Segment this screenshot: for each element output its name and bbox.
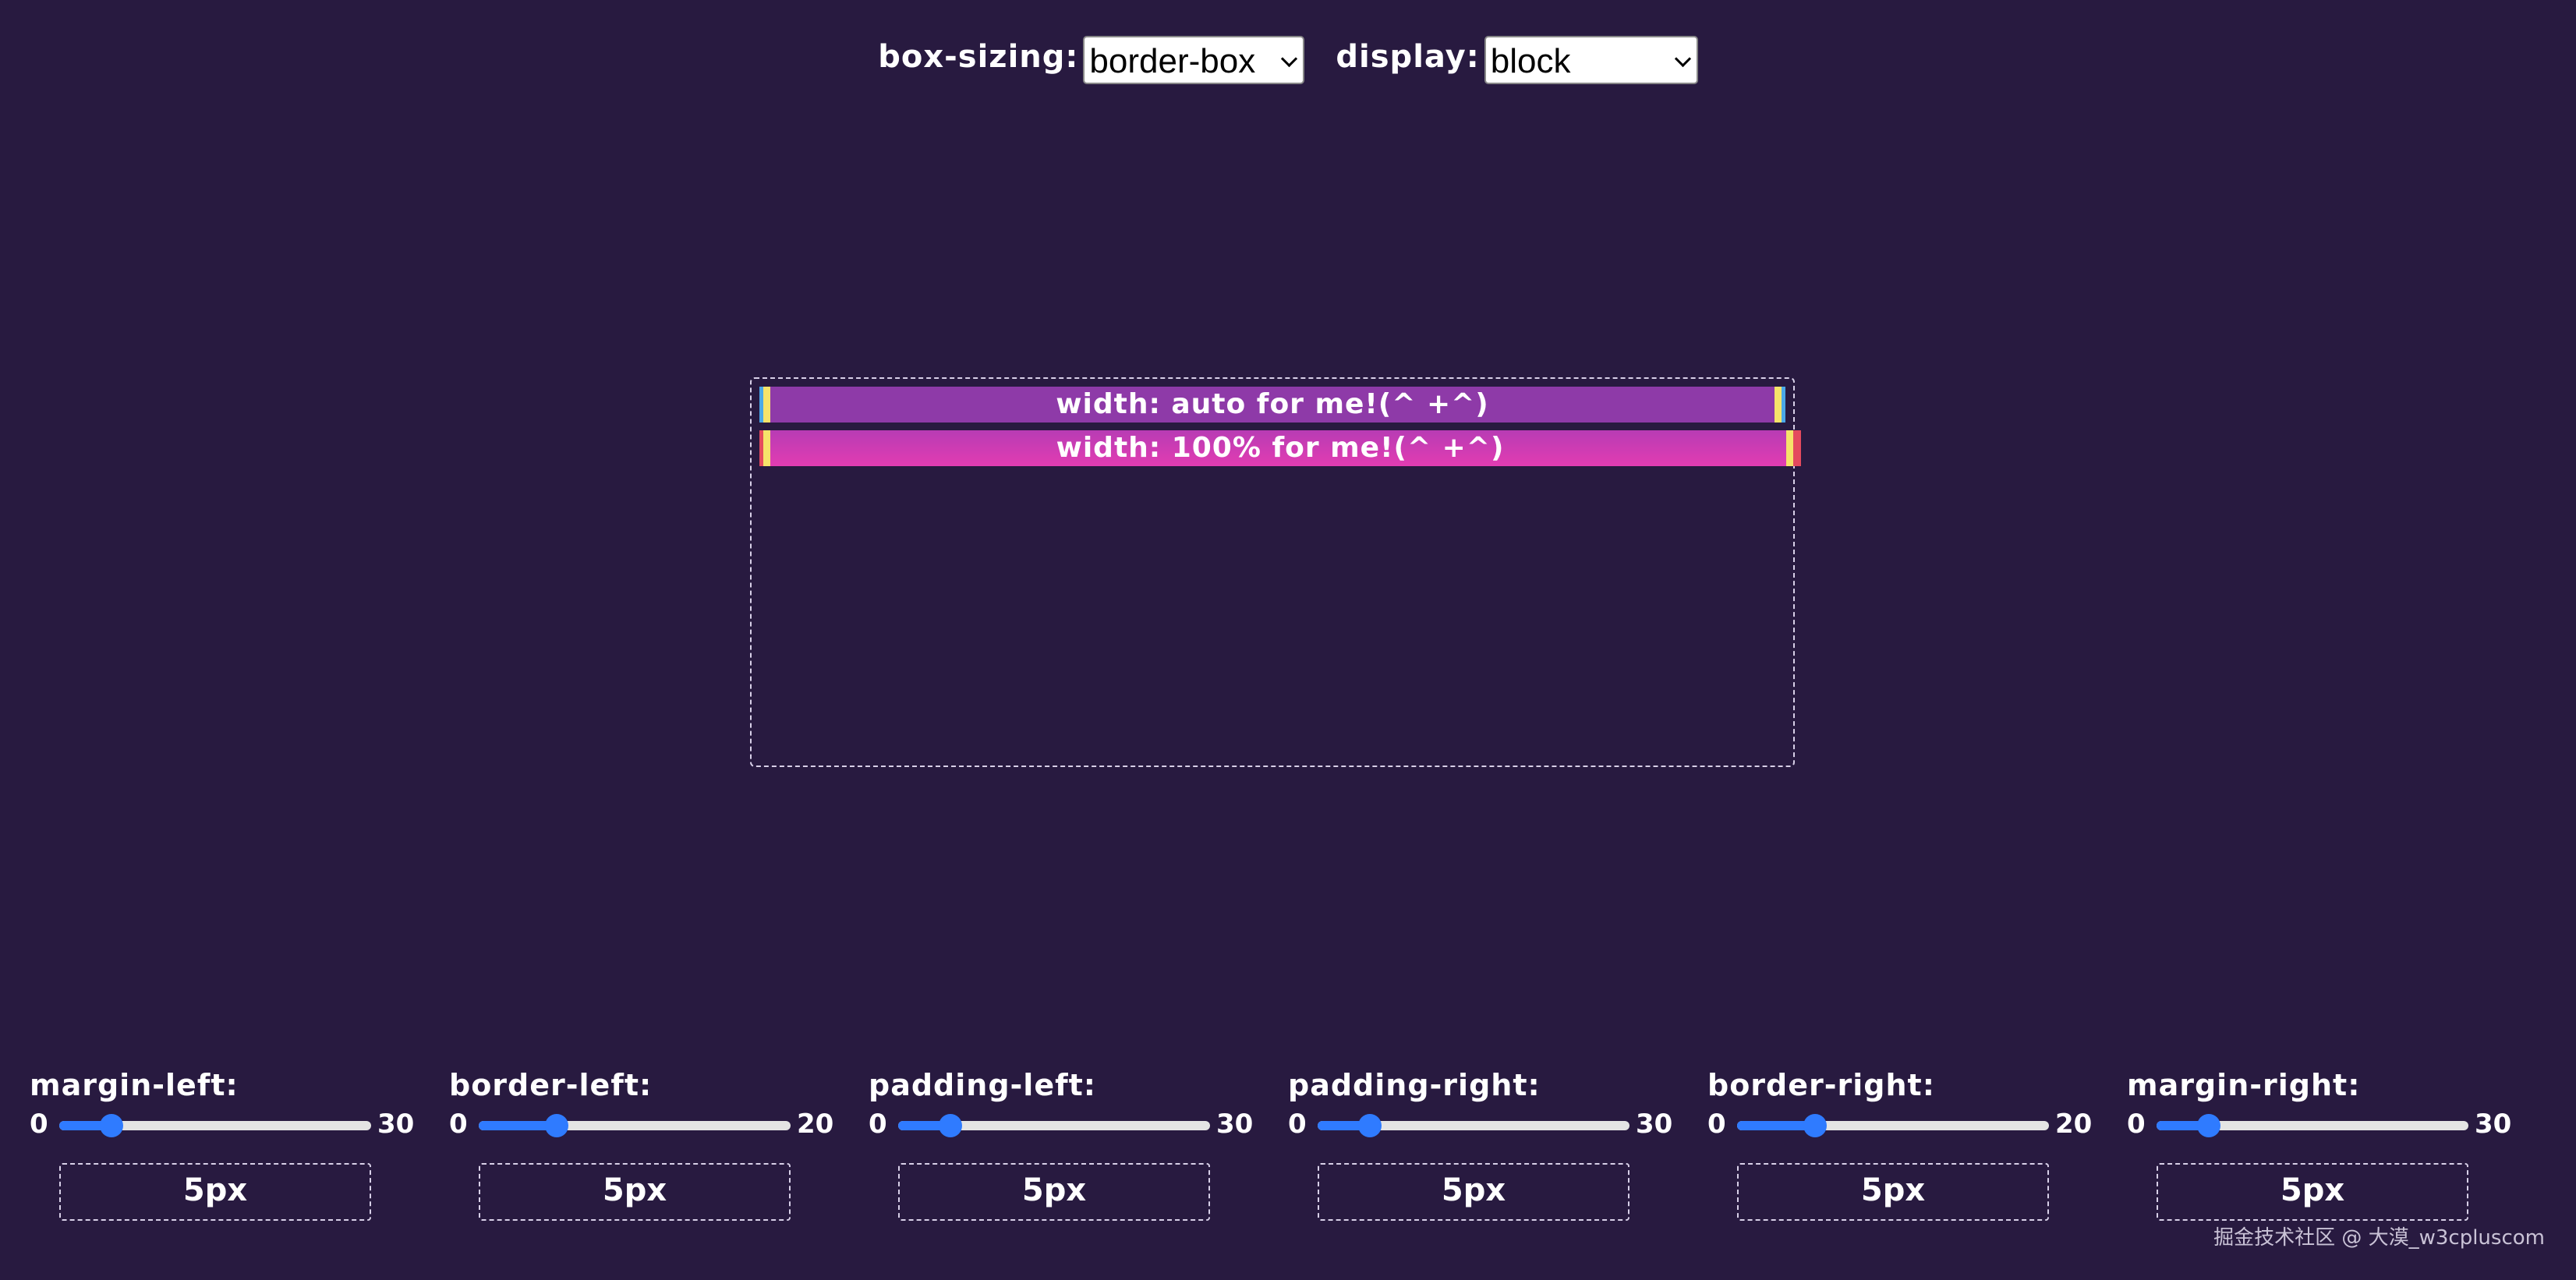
margin-right-range: 0 30	[2127, 1105, 2532, 1144]
auto-bar-right-margin-mark	[1782, 387, 1785, 423]
box-sizing-control: box-sizing: border-box	[878, 36, 1305, 84]
margin-right-slider-thumb[interactable]	[2196, 1114, 2220, 1137]
padding-right-slider[interactable]	[1318, 1114, 1629, 1137]
border-left-slider-thumb[interactable]	[545, 1114, 568, 1137]
border-left-range: 0 20	[449, 1105, 855, 1144]
box-sizing-select-value: border-box	[1089, 42, 1256, 80]
padding-right-max: 30	[1636, 1109, 1673, 1140]
border-left-min: 0	[449, 1109, 468, 1140]
full-bar-right-margin-mark	[1793, 430, 1801, 466]
padding-left-max: 30	[1216, 1109, 1254, 1140]
watermark: 掘金技术社区 @ 大漠_w3cpluscom	[2213, 1226, 2545, 1250]
border-right-max: 20	[2055, 1109, 2093, 1140]
auto-bar-right-border-mark	[1775, 387, 1782, 423]
border-right-slider-thumb[interactable]	[1803, 1114, 1827, 1137]
display-select-value: block	[1490, 42, 1571, 80]
margin-left-control: margin-left: 0 30 5px	[30, 1066, 435, 1221]
padding-left-range: 0 30	[869, 1105, 1274, 1144]
border-right-value: 5px	[1737, 1163, 2049, 1221]
border-right-range: 0 20	[1707, 1105, 2113, 1144]
margin-left-label: margin-left:	[30, 1068, 239, 1102]
padding-right-value: 5px	[1318, 1163, 1629, 1221]
margin-left-slider[interactable]	[59, 1114, 371, 1137]
full-bar-right-border-mark	[1786, 430, 1793, 466]
auto-bar-text: width: auto for me!(^ +^)	[1056, 388, 1489, 420]
padding-left-label: padding-left:	[869, 1068, 1096, 1102]
padding-right-slider-thumb[interactable]	[1357, 1114, 1382, 1137]
margin-left-min: 0	[30, 1109, 48, 1140]
width-100-bar: width: 100% for me!(^ +^)	[759, 430, 1801, 466]
padding-right-min: 0	[1288, 1109, 1307, 1140]
chevron-down-icon	[1281, 50, 1298, 68]
margin-right-control: margin-right: 0 30 5px	[2127, 1066, 2532, 1221]
display-control: display: block	[1336, 36, 1698, 84]
display-label: display:	[1336, 39, 1480, 75]
margin-left-value: 5px	[59, 1163, 371, 1221]
display-select[interactable]: block	[1484, 36, 1698, 84]
border-left-label: border-left:	[449, 1068, 653, 1102]
padding-left-slider-thumb[interactable]	[938, 1114, 962, 1137]
padding-left-control: padding-left: 0 30 5px	[869, 1066, 1274, 1221]
padding-left-value: 5px	[898, 1163, 1210, 1221]
margin-left-slider-thumb[interactable]	[99, 1114, 123, 1137]
box-sizing-select[interactable]: border-box	[1083, 36, 1305, 84]
top-controls: box-sizing: border-box display: block	[0, 36, 2576, 84]
padding-left-slider[interactable]	[898, 1114, 1210, 1137]
width-auto-bar: width: auto for me!(^ +^)	[759, 387, 1785, 423]
border-left-max: 20	[797, 1109, 834, 1140]
border-right-slider[interactable]	[1737, 1114, 2049, 1137]
border-right-label: border-right:	[1707, 1068, 1935, 1102]
demo-container: width: auto for me!(^ +^) width: 100% fo…	[750, 377, 1801, 767]
border-right-min: 0	[1707, 1109, 1726, 1140]
margin-right-value: 5px	[2157, 1163, 2468, 1221]
full-bar-text: width: 100% for me!(^ +^)	[1056, 432, 1505, 464]
padding-right-label: padding-right:	[1288, 1068, 1541, 1102]
auto-bar-left-border-mark	[763, 387, 770, 423]
border-left-slider[interactable]	[479, 1114, 791, 1137]
margin-right-min: 0	[2127, 1109, 2146, 1140]
border-left-value: 5px	[479, 1163, 791, 1221]
margin-left-max: 30	[377, 1109, 415, 1140]
margin-right-slider[interactable]	[2157, 1114, 2468, 1137]
margin-left-range: 0 30	[30, 1105, 435, 1144]
margin-right-max: 30	[2475, 1109, 2512, 1140]
margin-right-label: margin-right:	[2127, 1068, 2361, 1102]
chevron-down-icon	[1674, 50, 1691, 68]
border-right-control: border-right: 0 20 5px	[1707, 1066, 2113, 1221]
border-left-control: border-left: 0 20 5px	[449, 1066, 855, 1221]
box-sizing-label: box-sizing:	[878, 39, 1079, 75]
padding-right-control: padding-right: 0 30 5px	[1288, 1066, 1693, 1221]
padding-left-min: 0	[869, 1109, 887, 1140]
padding-right-range: 0 30	[1288, 1105, 1693, 1144]
full-bar-left-border-mark	[763, 430, 770, 466]
